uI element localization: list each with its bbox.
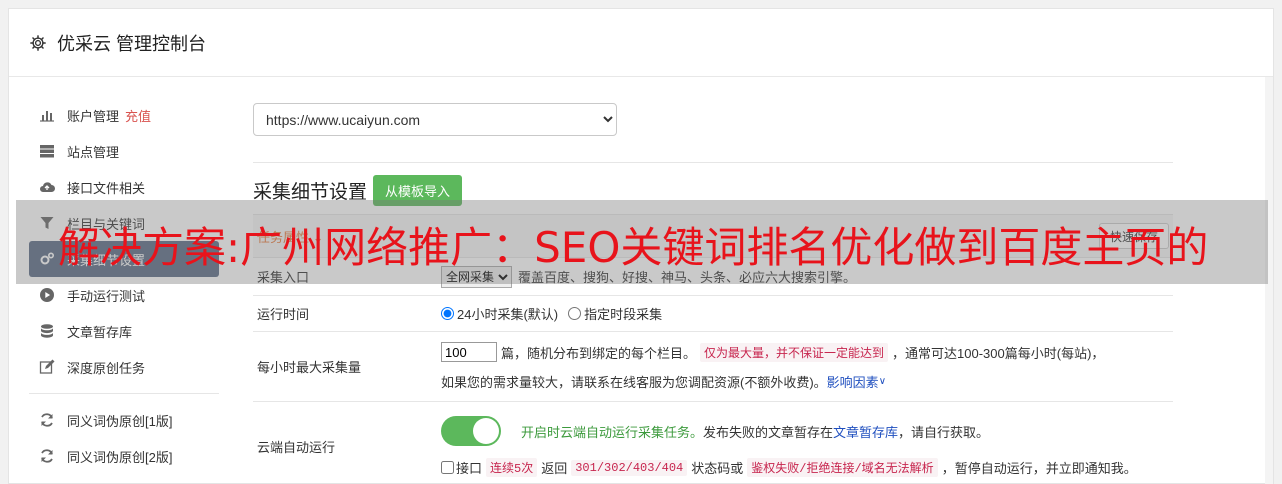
row-line: 24小时采集(默认) 指定时段采集 [441,304,1169,323]
row-line: 接口 连续5次 返回 301/302/403/404 状态码或 鉴权失败/拒绝连… [441,458,1169,477]
row-runtime: 运行时间 24小时采集(默认) 指定时段采集 [253,295,1173,331]
sidebar-item-label: 文章暂存库 [67,324,133,340]
sidebar-item-account[interactable]: 账户管理 充值 [29,97,219,133]
article-store-link[interactable]: 文章暂存库 [833,422,898,441]
sidebar-item-label: 站点管理 [67,144,120,160]
cloud-run-text-2: ，请自行获取。 [898,424,990,440]
sidebar-item-article-store[interactable]: 文章暂存库 [29,313,219,349]
runtime-custom-label: 指定时段采集 [584,307,663,322]
factors-link[interactable]: 影响因素 [827,372,879,391]
max-text-1: 篇，随机分布到绑定的每个栏目。 [501,345,697,361]
site-select[interactable]: https://www.ucaiyun.com [253,103,617,136]
row-line: 如果您的需求量较大，请联系在线客服为您调配资源(不额外收费)。 影响因素 ∨ [441,372,1169,391]
cloud-run-text-1: 发布失败的文章暂存在 [703,424,834,440]
sidebar-item-label: 同义词伪原创[1版] [67,413,173,429]
database-icon [41,324,53,338]
row-line: 开启时云端自动运行采集任务。 发布失败的文章暂存在 文章暂存库 ，请自行获取。 [441,416,1169,446]
cloud-run-text-3: 返回 [541,461,568,476]
sidebar-item-label: 手动运行测试 [67,288,146,304]
runtime-24h-radio[interactable] [441,307,454,320]
cloud-run-text-4: 状态码或 [691,461,744,476]
row-value: 24小时采集(默认) 指定时段采集 [437,296,1173,331]
refresh-icon [41,413,53,427]
toggle-knob [473,418,499,444]
sidebar-item-sites[interactable]: 站点管理 [29,133,219,169]
runtime-custom-radio[interactable] [568,307,582,320]
max-text-2: ，通常可达100-300篇每小时(每站)， [892,345,1105,361]
gear-icon [30,34,46,51]
sidebar-item-label: 账户管理 [67,108,120,124]
max-note: 仅为最大量，并不保证一定能达到 [700,342,889,362]
play-circle-icon [40,288,54,302]
main-content: https://www.ucaiyun.com 采集细节设置 从模板导入 任务属… [253,103,1173,484]
code-status: 301/302/403/404 [571,459,688,476]
runtime-24h-label: 24小时采集(默认) [457,307,559,322]
sidebar: 账户管理 充值 站点管理 接口文件相关 栏目与关键词 采集细节设置 手动运行测试… [29,97,219,474]
row-cloud-run: 云端自动运行 开启时云端自动运行采集任务。 发布失败的文章暂存在 文章暂存库 ，… [253,401,1173,484]
row-label: 每小时最大采集量 [257,360,362,375]
sidebar-item-synonym-v1[interactable]: 同义词伪原创[1版] [29,402,219,438]
max-text-3: 如果您的需求量较大，请联系在线客服为您调配资源(不额外收费)。 [441,375,827,390]
pause-checkbox[interactable] [441,461,454,474]
sidebar-item-label: 深度原创任务 [67,360,146,376]
chevron-down-icon: ∨ [878,376,887,387]
checkbox-label: 接口 [456,461,483,476]
cloud-run-toggle[interactable] [441,416,501,446]
page-title: 优采云 管理控制台 [57,33,207,54]
max-per-hour-input[interactable] [441,342,497,362]
cloud-run-green-text: 开启时云端自动运行采集任务。 [521,424,704,440]
refresh-icon [41,449,53,463]
row-value: 篇，随机分布到绑定的每个栏目。 仅为最大量，并不保证一定能达到 ，通常可达100… [437,332,1173,401]
cloud-run-text-5: ，暂停自动运行，并立即通知我。 [941,461,1137,476]
row-max-per-hour: 每小时最大采集量 篇，随机分布到绑定的每个栏目。 仅为最大量，并不保证一定能达到… [253,331,1173,401]
row-value: 开启时云端自动运行采集任务。 发布失败的文章暂存在 文章暂存库 ，请自行获取。 … [437,402,1173,484]
code-errors: 鉴权失败/拒绝连接/域名无法解析 [747,458,938,477]
sidebar-item-synonym-v2[interactable]: 同义词伪原创[2版] [29,438,219,474]
sidebar-item-deep-original[interactable]: 深度原创任务 [29,349,219,385]
edit-icon [39,359,55,374]
row-line: 篇，随机分布到绑定的每个栏目。 仅为最大量，并不保证一定能达到 ，通常可达100… [441,342,1169,362]
overlay-banner-text: 解决方案:广州网络推广：SEO关键词排名优化做到百度主页的 [58,223,1209,272]
sidebar-item-label: 同义词伪原创[2版] [67,449,173,465]
bar-chart-icon [40,111,54,122]
row-label: 云端自动运行 [257,440,336,455]
sidebar-item-label: 接口文件相关 [67,180,146,196]
top-bar: 优采云 管理控制台 [9,9,1273,77]
server-icon [40,145,54,158]
sidebar-divider [29,393,219,394]
code-consecutive: 连续5次 [486,458,538,477]
row-label: 运行时间 [257,307,310,322]
cloud-upload-icon [40,182,55,192]
recharge-link[interactable]: 充值 [125,106,151,125]
